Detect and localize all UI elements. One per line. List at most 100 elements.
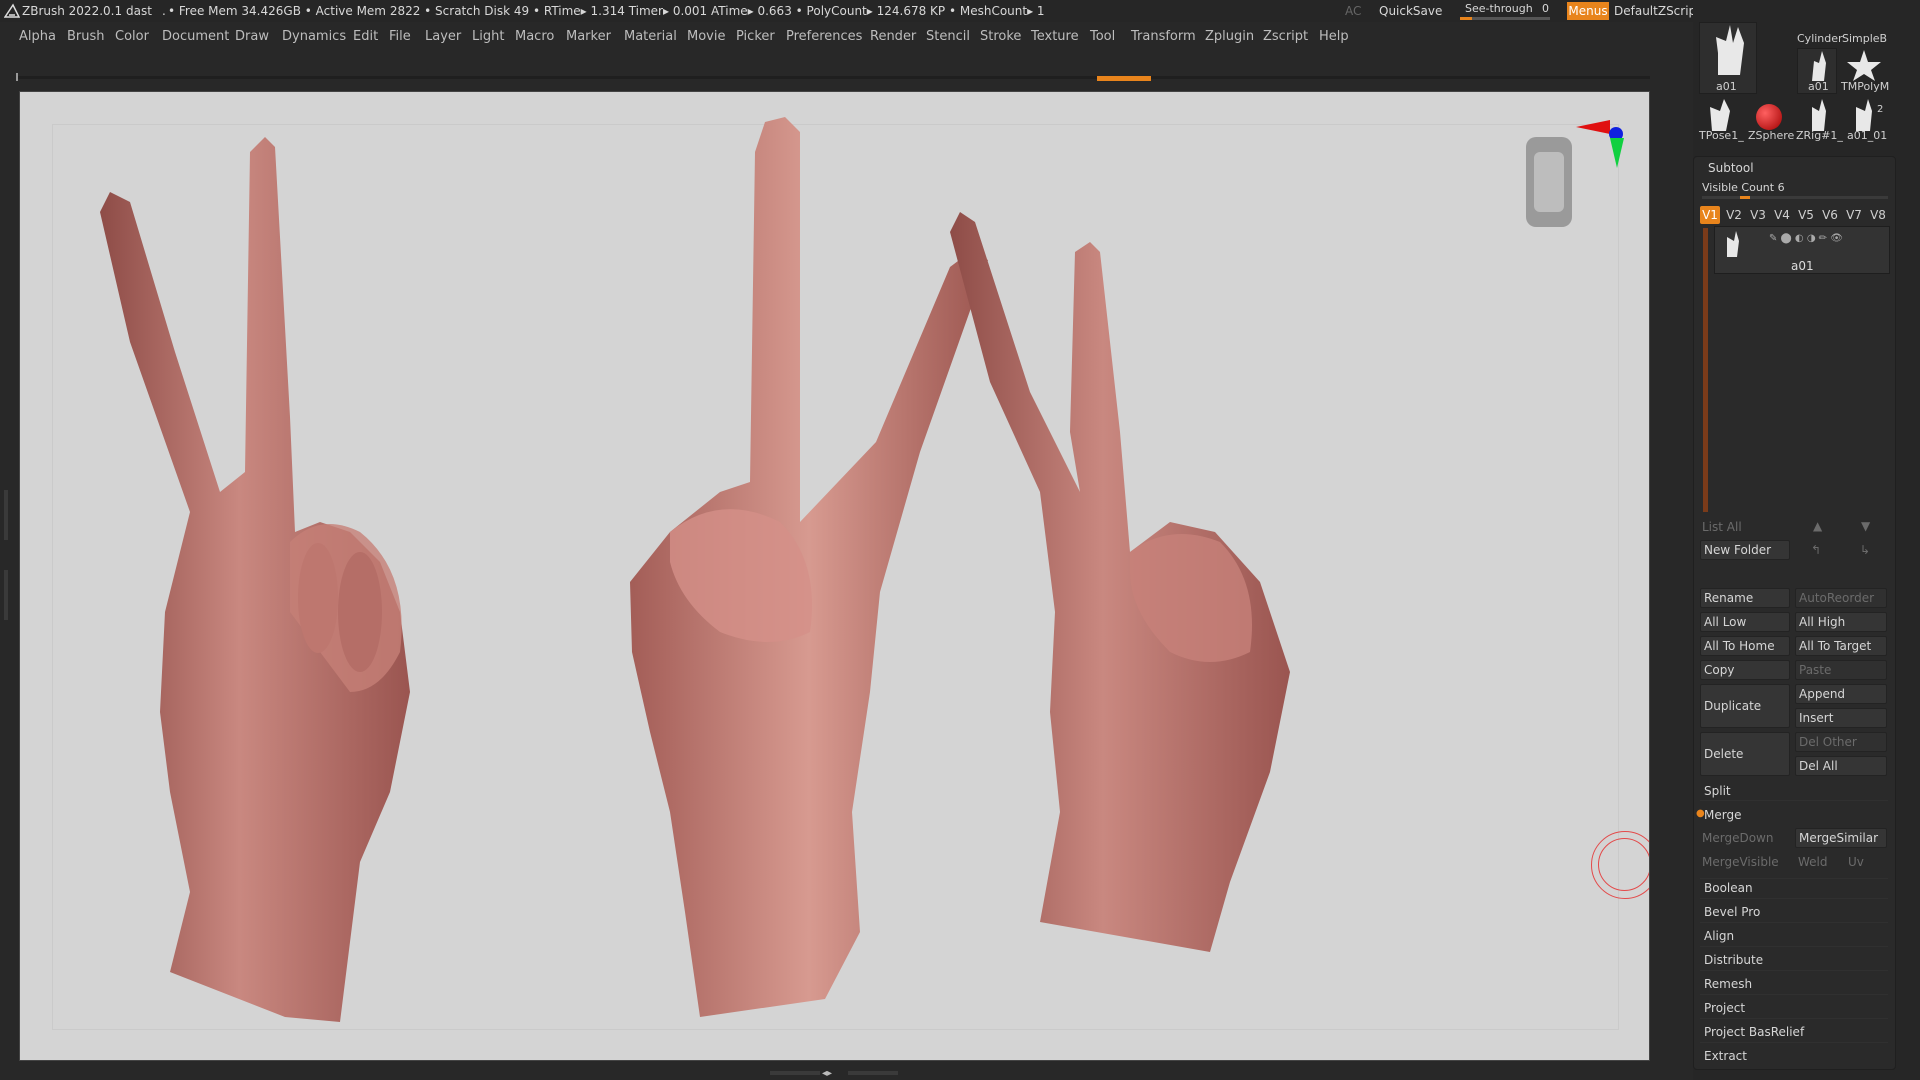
menu-render[interactable]: Render	[870, 29, 916, 44]
new-folder-button[interactable]: New Folder	[1700, 540, 1790, 560]
menu-file[interactable]: File	[389, 29, 411, 44]
del-all-button[interactable]: Del All	[1795, 756, 1887, 776]
menu-layer[interactable]: Layer	[425, 29, 461, 44]
duplicate-button[interactable]: Duplicate	[1700, 684, 1790, 728]
default-zscript-button[interactable]: DefaultZScript	[1614, 4, 1701, 18]
distribute-section[interactable]: Distribute	[1704, 953, 1763, 967]
tab-v8[interactable]: V8	[1868, 206, 1888, 224]
bevel-pro-section[interactable]: Bevel Pro	[1704, 905, 1760, 919]
menu-picker[interactable]: Picker	[736, 29, 775, 44]
hand-thumb-icon	[1856, 99, 1872, 131]
tab-v4[interactable]: V4	[1772, 206, 1792, 224]
tab-v3[interactable]: V3	[1748, 206, 1768, 224]
document-canvas[interactable]	[19, 91, 1650, 1061]
visible-count-slider[interactable]	[1702, 196, 1888, 199]
all-low-button[interactable]: All Low	[1700, 612, 1790, 632]
menu-edit[interactable]: Edit	[353, 29, 378, 44]
subtool-item-icons[interactable]: ✎ ⬤ ◐ ◑ ✏ 👁	[1769, 233, 1843, 244]
quicksave-button[interactable]: QuickSave	[1379, 4, 1442, 18]
auto-reorder-button[interactable]: AutoReorder	[1795, 588, 1887, 608]
tool-label-tpose: TPose1_	[1699, 129, 1744, 142]
menu-stencil[interactable]: Stencil	[926, 29, 970, 44]
boolean-section[interactable]: Boolean	[1704, 881, 1753, 895]
menu-brush[interactable]: Brush	[67, 29, 105, 44]
merge-section[interactable]: Merge	[1704, 808, 1741, 822]
folder-down-icon[interactable]: ↳	[1860, 543, 1870, 557]
all-to-home-button[interactable]: All To Home	[1700, 636, 1790, 656]
tray-arrows-icon[interactable]: ◂▸	[822, 1068, 832, 1079]
paste-button[interactable]: Paste	[1795, 660, 1887, 680]
tab-v1[interactable]: V1	[1700, 206, 1720, 224]
insert-button[interactable]: Insert	[1795, 708, 1887, 728]
extract-section[interactable]: Extract	[1704, 1049, 1747, 1063]
menu-stroke[interactable]: Stroke	[980, 29, 1021, 44]
menu-preferences[interactable]: Preferences	[786, 29, 862, 44]
timeline-marker[interactable]	[16, 73, 18, 81]
timeline-highlight[interactable]	[1097, 76, 1151, 81]
tab-v7[interactable]: V7	[1844, 206, 1864, 224]
hands-sculpt-view	[100, 117, 1624, 1022]
copy-button[interactable]: Copy	[1700, 660, 1790, 680]
tool-thumb-zrig[interactable]	[1800, 97, 1838, 133]
tool-thumb-a01-01[interactable]	[1846, 97, 1886, 133]
menu-light[interactable]: Light	[472, 29, 504, 44]
see-through-knob[interactable]	[1460, 17, 1472, 20]
tool-label-a01-01: a01_01	[1847, 129, 1888, 142]
all-high-button[interactable]: All High	[1795, 612, 1887, 632]
ac-label[interactable]: AC	[1345, 4, 1361, 18]
menu-material[interactable]: Material	[624, 29, 677, 44]
menus-button[interactable]: Menus	[1567, 2, 1609, 20]
menu-color[interactable]: Color	[115, 29, 149, 44]
menu-transform[interactable]: Transform	[1131, 29, 1196, 44]
split-section[interactable]: Split	[1704, 784, 1731, 798]
tool-thumb-tpose[interactable]	[1700, 97, 1740, 133]
divider	[1700, 1018, 1888, 1019]
tab-v5[interactable]: V5	[1796, 206, 1816, 224]
left-tray-handle[interactable]	[4, 490, 10, 620]
timeline-ruler[interactable]	[16, 73, 1650, 81]
menu-alpha[interactable]: Alpha	[19, 29, 56, 44]
menu-help[interactable]: Help	[1319, 29, 1349, 44]
menu-texture[interactable]: Texture	[1031, 29, 1079, 44]
remesh-section[interactable]: Remesh	[1704, 977, 1752, 991]
uv-toggle[interactable]: Uv	[1848, 855, 1864, 869]
subtool-list-scrollbar[interactable]	[1703, 228, 1708, 512]
tab-v6[interactable]: V6	[1820, 206, 1840, 224]
navigation-gizmo[interactable]	[1526, 120, 1624, 227]
merge-down-button[interactable]: MergeDown	[1702, 831, 1773, 845]
zsphere-thumb-icon[interactable]	[1756, 104, 1782, 130]
hand-model-right	[950, 212, 1290, 952]
tool-label-a01: a01	[1716, 80, 1737, 93]
separator-dot: .	[162, 4, 166, 18]
move-up-icon[interactable]: ▲	[1813, 519, 1822, 533]
project-basrelief-section[interactable]: Project BasRelief	[1704, 1025, 1804, 1039]
rename-button[interactable]: Rename	[1700, 588, 1790, 608]
bottom-tray-toggle[interactable]: ◂▸	[770, 1068, 900, 1079]
menu-marker[interactable]: Marker	[566, 29, 611, 44]
menu-draw[interactable]: Draw	[235, 29, 269, 44]
append-button[interactable]: Append	[1795, 684, 1887, 704]
brush-cursor	[1591, 831, 1649, 899]
merge-similar-button[interactable]: MergeSimilar	[1795, 828, 1887, 848]
weld-toggle[interactable]: Weld	[1798, 855, 1828, 869]
menu-tool[interactable]: Tool	[1090, 29, 1115, 44]
tab-v2[interactable]: V2	[1724, 206, 1744, 224]
del-other-button[interactable]: Del Other	[1795, 732, 1887, 752]
list-all-button[interactable]: List All	[1702, 520, 1742, 534]
move-down-icon[interactable]: ▼	[1861, 519, 1870, 533]
menu-zplugin[interactable]: Zplugin	[1205, 29, 1254, 44]
menu-macro[interactable]: Macro	[515, 29, 554, 44]
all-to-target-button[interactable]: All To Target	[1795, 636, 1887, 656]
menu-movie[interactable]: Movie	[687, 29, 725, 44]
see-through-slider[interactable]	[1460, 17, 1550, 20]
merge-visible-button[interactable]: MergeVisible	[1702, 855, 1779, 869]
project-section[interactable]: Project	[1704, 1001, 1745, 1015]
menu-zscript[interactable]: Zscript	[1263, 29, 1308, 44]
folder-up-icon[interactable]: ↰	[1811, 543, 1821, 557]
subtool-title[interactable]: Subtool	[1708, 161, 1754, 175]
align-section[interactable]: Align	[1704, 929, 1734, 943]
menu-document[interactable]: Document	[162, 29, 229, 44]
menu-dynamics[interactable]: Dynamics	[282, 29, 346, 44]
subtool-item-a01[interactable]: ✎ ⬤ ◐ ◑ ✏ 👁 a01	[1714, 226, 1890, 274]
delete-button[interactable]: Delete	[1700, 732, 1790, 776]
